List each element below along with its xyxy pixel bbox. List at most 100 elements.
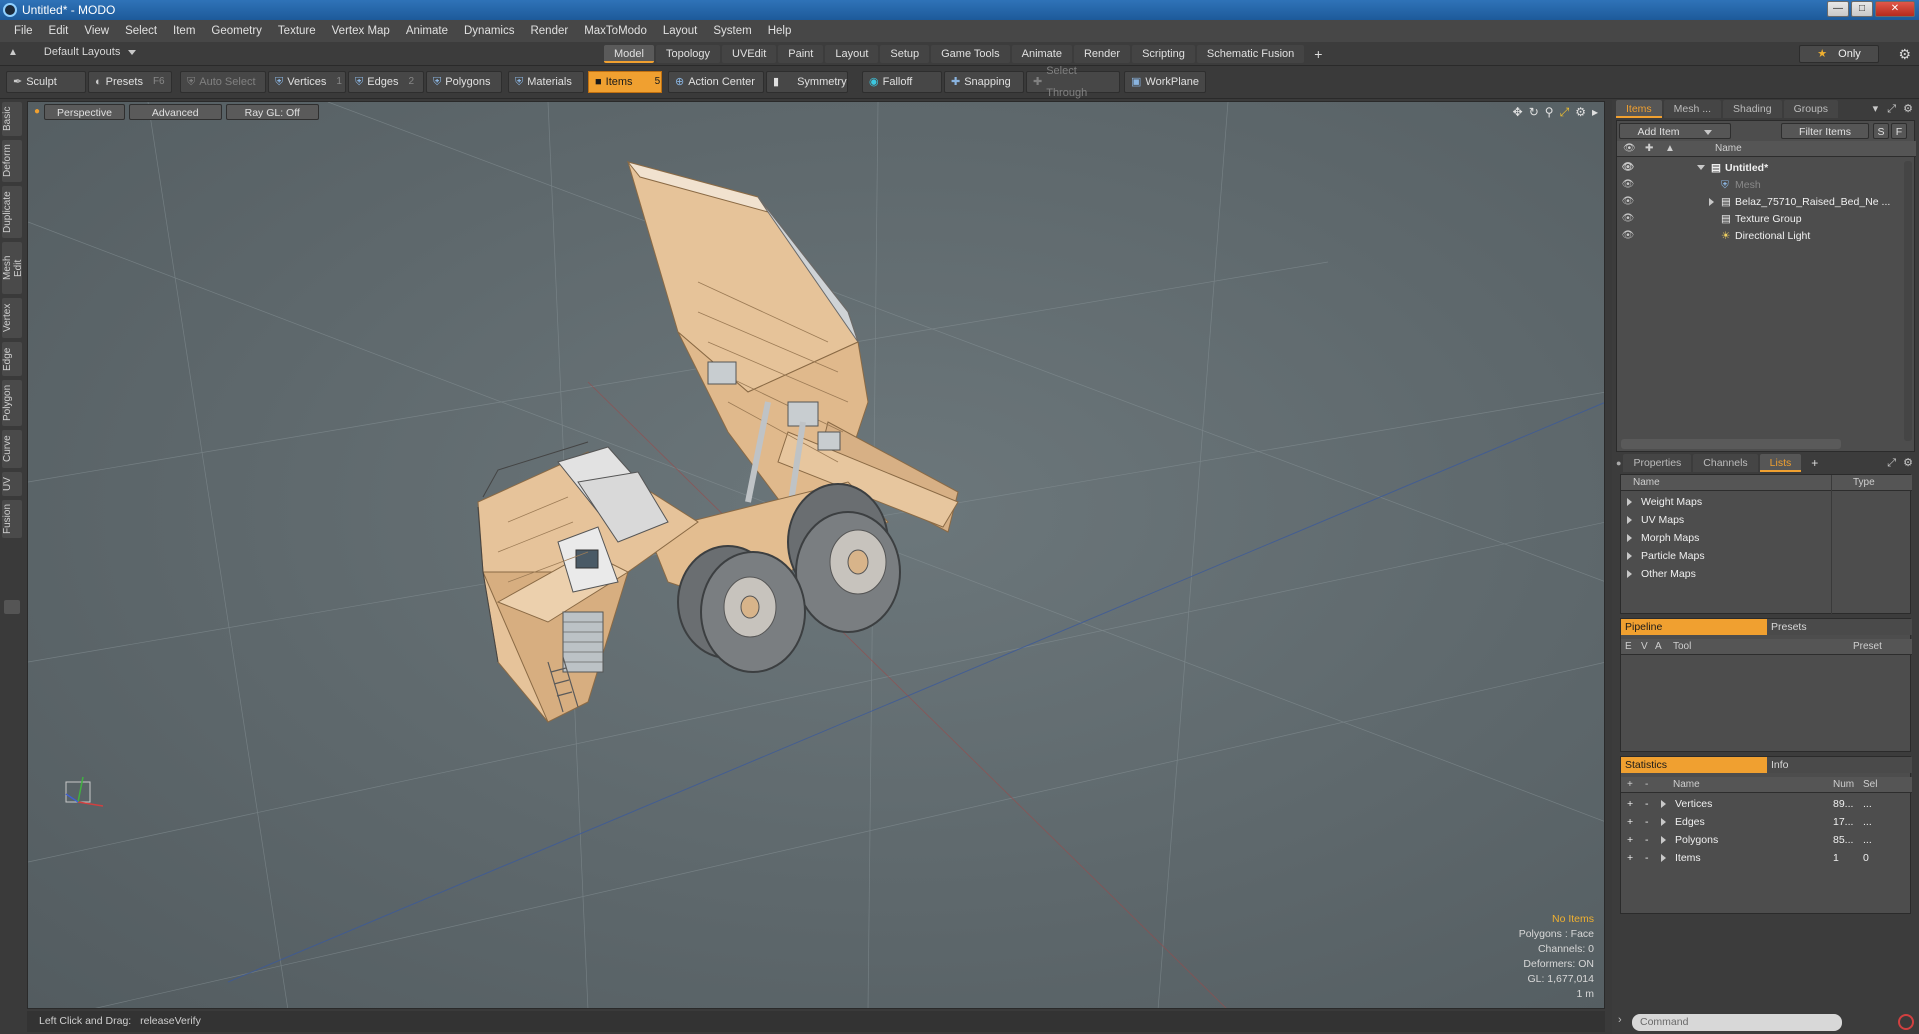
remove-selection-icon[interactable]: - [1645, 849, 1649, 867]
panel-toggle-button[interactable] [4, 600, 20, 614]
symmetry-button[interactable]: ▮ Symmetry [766, 71, 848, 93]
minimize-button[interactable]: — [1827, 1, 1849, 17]
polygons-button[interactable]: ⛨ Polygons [426, 71, 502, 93]
panel-expand-icon[interactable]: ⤢ [1887, 103, 1896, 115]
tab-groups[interactable]: Groups [1783, 100, 1839, 118]
tab-shading[interactable]: Shading [1723, 100, 1782, 118]
record-icon[interactable] [1898, 1014, 1914, 1030]
list-item-morph-maps[interactable]: Morph Maps [1621, 529, 1912, 547]
list-item-weight-maps[interactable]: Weight Maps [1621, 493, 1912, 511]
remove-selection-icon[interactable]: - [1645, 795, 1649, 813]
expand-icon[interactable] [1627, 516, 1632, 524]
menu-view[interactable]: View [76, 25, 117, 37]
vtab-fusion[interactable]: Fusion [2, 500, 22, 538]
gear-icon[interactable]: ⚙ [1898, 46, 1911, 63]
auto-select-button[interactable]: ⛨ Auto Select [180, 71, 266, 93]
viewport-expand-icon[interactable]: ▸ [1592, 105, 1598, 120]
raygl-button[interactable]: Ray GL: Off [225, 104, 319, 120]
tab-items[interactable]: Items [1616, 100, 1662, 118]
expand-icon[interactable] [1661, 818, 1666, 826]
viewport-menu-dot-icon[interactable]: ● [34, 104, 40, 120]
presets-button[interactable]: ◐ Presets F6 [88, 71, 172, 93]
menu-texture[interactable]: Texture [270, 25, 324, 37]
tree-row-texture-group[interactable]: 👁 ▤ Texture Group [1617, 210, 1916, 228]
menu-help[interactable]: Help [760, 25, 800, 37]
stats-row-items[interactable]: + - Items 1 0 [1621, 849, 1912, 867]
stats-row-edges[interactable]: + - Edges 17... ... [1621, 813, 1912, 831]
expand-icon[interactable] [1661, 836, 1666, 844]
vtab-curve[interactable]: Curve [2, 430, 22, 468]
vtab-deform[interactable]: Deform [2, 140, 22, 182]
menu-edit[interactable]: Edit [41, 25, 77, 37]
vtab-edge[interactable]: Edge [2, 342, 22, 376]
tab-model[interactable]: Model [604, 45, 654, 63]
layout-selector[interactable]: ▲ Default Layouts [8, 46, 137, 58]
panel-dropdown-icon[interactable]: ▾ [1873, 103, 1879, 115]
add-selection-icon[interactable]: + [1627, 831, 1633, 849]
view-mode-button[interactable]: Perspective [44, 104, 125, 120]
list-item-other-maps[interactable]: Other Maps [1621, 565, 1912, 583]
info-tab[interactable]: Info [1767, 757, 1912, 773]
fit-icon[interactable]: ⤢ [1560, 105, 1570, 120]
snapping-button[interactable]: ✚ Snapping [944, 71, 1024, 93]
vtab-polygon[interactable]: Polygon [2, 380, 22, 426]
action-center-button[interactable]: ⊕ Action Center [668, 71, 764, 93]
panel-dot-icon[interactable]: ● [1616, 454, 1621, 472]
remove-selection-icon[interactable]: - [1645, 813, 1649, 831]
add-item-button[interactable]: Add Item [1619, 123, 1731, 139]
vtab-uv[interactable]: UV [2, 472, 22, 496]
command-input[interactable]: Command [1632, 1014, 1842, 1031]
menu-render[interactable]: Render [522, 25, 576, 37]
edges-button[interactable]: ⛨ Edges 2 [348, 71, 424, 93]
eye-icon[interactable]: 👁 [1621, 159, 1635, 173]
pan-icon[interactable]: ✥ [1513, 105, 1523, 120]
vtab-duplicate[interactable]: Duplicate [2, 186, 22, 238]
menu-maxtomodo[interactable]: MaxToModo [576, 25, 655, 37]
lists-gear-icon[interactable]: ⚙ [1903, 457, 1913, 469]
tree-row-mesh[interactable]: 👁 ⛨ Mesh [1617, 176, 1916, 194]
menu-item[interactable]: Item [165, 25, 203, 37]
tab-uvedit[interactable]: UVEdit [722, 45, 777, 63]
collapse-icon[interactable] [1709, 198, 1714, 206]
vtab-mesh-edit[interactable]: Mesh Edit [2, 242, 24, 294]
sculpt-button[interactable]: ✒ Sculpt [6, 71, 86, 93]
vertices-button[interactable]: ⛨ Vertices 1 [268, 71, 346, 93]
items-button[interactable]: ■ Items 5 [588, 71, 662, 93]
statistics-tab[interactable]: Statistics [1621, 757, 1767, 773]
expand-icon[interactable] [1697, 165, 1705, 170]
viewport-gear-icon[interactable]: ⚙ [1575, 105, 1586, 120]
eye-icon[interactable]: 👁 [1621, 227, 1635, 241]
zoom-icon[interactable]: ⚲ [1545, 105, 1554, 120]
workplane-button[interactable]: ▣ WorkPlane [1124, 71, 1206, 93]
materials-button[interactable]: ⛨ Materials [508, 71, 584, 93]
eye-icon[interactable]: 👁 [1621, 193, 1635, 207]
menu-layout[interactable]: Layout [655, 25, 706, 37]
menu-geometry[interactable]: Geometry [203, 25, 270, 37]
menu-system[interactable]: System [705, 25, 759, 37]
stats-row-vertices[interactable]: + - Vertices 89... ... [1621, 795, 1912, 813]
select-through-button[interactable]: ✚ Select Through [1026, 65, 1120, 99]
presets-tab[interactable]: Presets [1767, 619, 1912, 635]
expand-icon[interactable] [1627, 534, 1632, 542]
falloff-button[interactable]: ◉ Falloff [862, 71, 942, 93]
tree-row-directional-light[interactable]: 👁 ☀ Directional Light [1617, 227, 1916, 245]
3d-viewport[interactable]: ● Perspective Advanced Ray GL: Off ✥ ↻ ⚲… [27, 101, 1605, 1009]
tab-channels[interactable]: Channels [1693, 454, 1758, 472]
rotate-icon[interactable]: ↻ [1529, 105, 1539, 120]
tab-mesh[interactable]: Mesh ... [1663, 100, 1722, 118]
tab-setup[interactable]: Setup [880, 45, 930, 63]
horizontal-scrollbar[interactable] [1621, 439, 1841, 449]
menu-file[interactable]: File [6, 25, 41, 37]
add-selection-icon[interactable]: + [1627, 813, 1633, 831]
only-button[interactable]: ★ Only [1799, 45, 1879, 63]
menu-dynamics[interactable]: Dynamics [456, 25, 522, 37]
tab-topology[interactable]: Topology [655, 45, 721, 63]
vertical-scrollbar[interactable] [1904, 161, 1912, 441]
eye-icon[interactable]: 👁 [1621, 176, 1635, 190]
vtab-vertex[interactable]: Vertex [2, 298, 22, 338]
vtab-basic[interactable]: Basic [2, 102, 22, 136]
expand-icon[interactable] [1627, 570, 1632, 578]
panel-gear-icon[interactable]: ⚙ [1903, 103, 1913, 115]
add-selection-icon[interactable]: + [1627, 849, 1633, 867]
maximize-button[interactable]: □ [1851, 1, 1873, 17]
